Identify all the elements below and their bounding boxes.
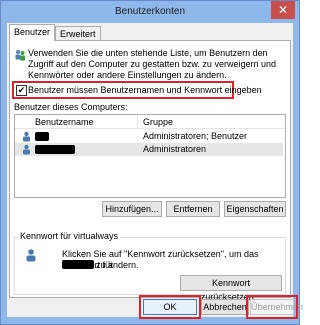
column-header-group[interactable]: Gruppe: [143, 117, 173, 128]
redacted-username: [35, 145, 75, 154]
table-header: Benutzername Gruppe: [15, 115, 285, 129]
users-list-heading: Benutzer dieses Computers:: [14, 102, 128, 112]
table-row[interactable]: Administratoren; Benutzer: [15, 130, 283, 143]
close-button[interactable]: ✕: [271, 1, 295, 19]
tab-erweitert[interactable]: Erweitert: [55, 26, 101, 41]
dialog-client-area: Benutzer Erweitert Verwenden Sie die unt…: [7, 23, 303, 319]
user-icon: [23, 144, 30, 155]
cancel-button[interactable]: Abbrechen: [201, 299, 249, 315]
properties-button[interactable]: Eigenschaften: [224, 201, 286, 217]
password-group-legend: Kennwort für virtualways: [18, 231, 121, 242]
redacted-username: [62, 260, 94, 269]
column-separator[interactable]: [137, 116, 138, 128]
tab-benutzer[interactable]: Benutzer: [9, 24, 56, 41]
users-table: Benutzername Gruppe Administratoren; Ben…: [14, 114, 286, 198]
reset-password-button[interactable]: Kennwort zurücksetzen...: [180, 275, 282, 302]
user-icon: [23, 131, 30, 142]
table-row[interactable]: Administratoren: [15, 143, 283, 156]
dialog-window: Benutzerkonten ✕ Benutzer Erweitert Verw…: [0, 0, 303, 325]
users-icon: [15, 50, 25, 61]
remove-user-button[interactable]: Entfernen: [166, 201, 220, 217]
redacted-username: [35, 132, 49, 141]
require-password-checkbox[interactable]: ✔: [16, 85, 27, 96]
intro-text: Verwenden Sie die unten stehende Liste, …: [28, 48, 276, 80]
ok-button[interactable]: OK: [139, 295, 201, 319]
password-info-text-end: zu ändern.: [96, 260, 139, 270]
column-header-username[interactable]: Benutzername: [35, 117, 94, 128]
apply-button[interactable]: Übernehmen: [246, 295, 303, 319]
require-password-label[interactable]: Benutzer müssen Benutzernamen und Kennwo…: [28, 85, 262, 96]
row-group-cell: Administratoren: [143, 144, 207, 154]
add-user-button[interactable]: Hinzufügen...: [102, 201, 162, 217]
require-password-checkbox-row[interactable]: ✔ Benutzer müssen Benutzernamen und Kenn…: [12, 81, 262, 99]
tab-panel-benutzer: Verwenden Sie die unten stehende Liste, …: [9, 40, 291, 302]
user-icon: [26, 249, 36, 262]
title-bar[interactable]: Benutzerkonten ✕: [1, 1, 299, 23]
row-group-cell: Administratoren; Benutzer: [143, 131, 248, 141]
password-info-text: Klicken Sie auf "Kennwort zurücksetzen",…: [62, 249, 259, 270]
window-title: Benutzerkonten: [114, 6, 186, 17]
